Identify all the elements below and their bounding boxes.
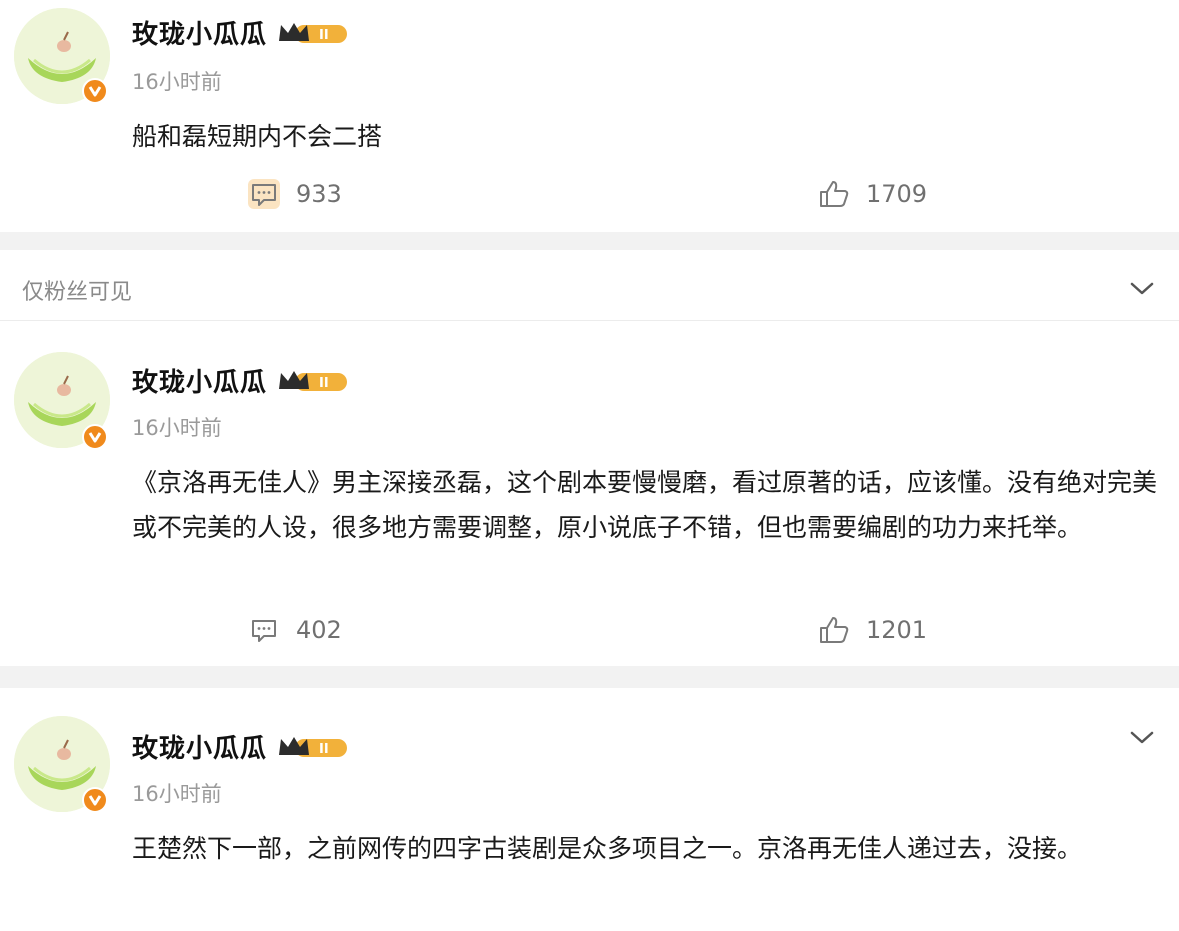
post-actions: 933 1709	[0, 172, 1179, 216]
verified-v-icon	[88, 795, 102, 806]
verified-badge	[82, 787, 108, 813]
level-badge[interactable]: II	[277, 19, 349, 47]
level-badge[interactable]: II	[277, 367, 349, 395]
section-divider	[0, 232, 1179, 250]
svg-text:II: II	[319, 376, 329, 391]
level-crown-badge-icon: II	[279, 736, 348, 757]
fans-only-label: 仅粉丝可见	[22, 280, 133, 305]
timestamp: 16小时前	[132, 782, 222, 806]
thumbs-up-icon	[820, 181, 849, 207]
post-item: 玫珑小瓜瓜 II 16小时前 船和磊短期内不会二搭 933 1709	[0, 0, 1179, 232]
post-content: 王楚然下一部，之前网传的四字古装剧是众多项目之一。京洛再无佳人递过去，没接。	[132, 834, 1083, 863]
comment-button[interactable]: 402	[248, 608, 342, 652]
timestamp: 16小时前	[132, 70, 222, 94]
comment-button[interactable]: 933	[248, 172, 342, 216]
thumbs-up-icon	[820, 617, 849, 643]
post-content: 《京洛再无佳人》男主深接丞磊，这个剧本要慢慢磨，看过原著的话，应该懂。没有绝对完…	[132, 468, 1158, 542]
comment-count: 402	[296, 616, 342, 644]
expand-button[interactable]	[1127, 728, 1157, 748]
post-item: 玫珑小瓜瓜 II 16小时前 《京洛再无佳人》男主深接丞磊，这个剧本要慢慢磨，看…	[0, 340, 1179, 666]
post-item: 玫珑小瓜瓜 II 16小时前 王楚然下一部，之前网传的四字古装剧是众多项目之一。…	[0, 706, 1179, 931]
post-actions: 402 1201	[0, 608, 1179, 652]
section-divider	[0, 666, 1179, 688]
verified-v-icon	[88, 432, 102, 443]
like-count: 1709	[866, 180, 928, 208]
verified-v-icon	[88, 86, 102, 97]
verified-badge	[82, 424, 108, 450]
verified-badge	[82, 78, 108, 104]
level-badge[interactable]: II	[277, 733, 349, 761]
level-crown-badge-icon: II	[279, 370, 348, 391]
chevron-down-icon	[1130, 282, 1154, 295]
username-row: 玫珑小瓜瓜 II	[132, 362, 349, 399]
username-row: 玫珑小瓜瓜 II	[132, 14, 349, 51]
like-button[interactable]: 1709	[818, 172, 927, 216]
username[interactable]: 玫珑小瓜瓜	[132, 728, 267, 765]
comment-icon	[252, 620, 276, 642]
post-content: 船和磊短期内不会二搭	[132, 122, 383, 151]
comment-icon	[248, 179, 280, 209]
weibo-comment-feed: 玫珑小瓜瓜 II 16小时前 船和磊短期内不会二搭 933 1709 仅粉丝可见…	[0, 0, 1179, 931]
chevron-down-icon	[1130, 731, 1154, 744]
like-count: 1201	[866, 616, 928, 644]
svg-text:II: II	[319, 28, 329, 43]
username[interactable]: 玫珑小瓜瓜	[132, 14, 267, 51]
visibility-row: 仅粉丝可见	[0, 260, 1179, 321]
svg-text:II: II	[319, 742, 329, 757]
comment-count: 933	[296, 180, 342, 208]
username[interactable]: 玫珑小瓜瓜	[132, 362, 267, 399]
timestamp: 16小时前	[132, 416, 222, 440]
username-row: 玫珑小瓜瓜 II	[132, 728, 349, 765]
level-crown-badge-icon: II	[279, 22, 348, 43]
like-button[interactable]: 1201	[818, 608, 927, 652]
expand-button[interactable]	[1127, 279, 1157, 299]
